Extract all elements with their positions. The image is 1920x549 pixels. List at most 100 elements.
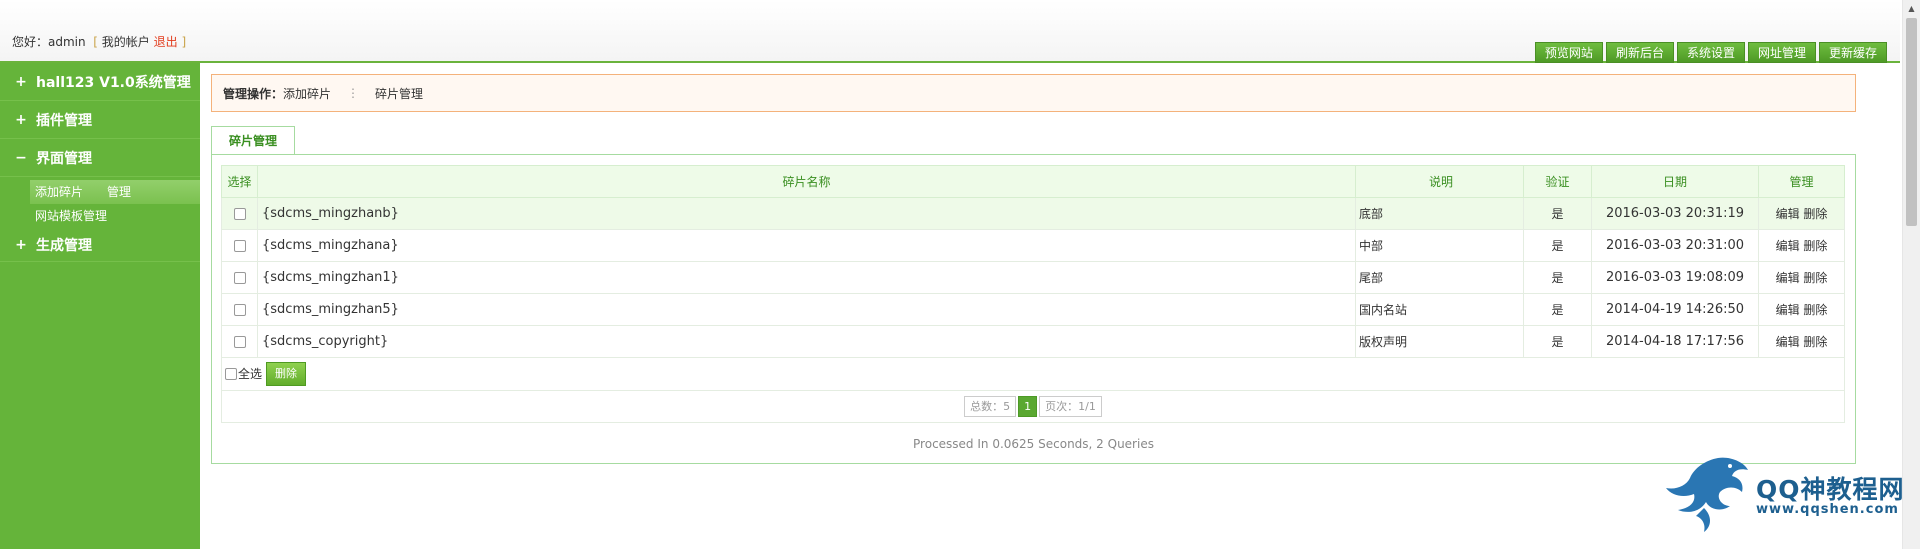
fragment-name: {sdcms_mingzhan5} — [257, 293, 1356, 326]
scrollbar-thumb[interactable] — [1906, 18, 1917, 226]
row-checkbox[interactable] — [233, 207, 246, 220]
table-row: {sdcms_copyright} 版权声明 是 2014-04-18 17:1… — [221, 325, 1845, 358]
fragment-verify: 是 — [1523, 229, 1592, 262]
sidebar-subitem-templates[interactable]: 网站模板管理 — [0, 204, 200, 228]
fragment-name: {sdcms_mingzhana} — [257, 229, 1356, 262]
system-settings-button[interactable]: 系统设置 — [1676, 42, 1745, 63]
tab-fragment-manage[interactable]: 碎片管理 — [211, 126, 296, 155]
table-row: {sdcms_mingzhanb} 底部 是 2016-03-03 20:31:… — [221, 197, 1845, 230]
plus-icon: + — [15, 111, 27, 128]
operations-label: 管理操作： — [223, 86, 284, 101]
sidebar-item-system[interactable]: + hall123 V1.0系统管理 — [0, 63, 200, 101]
fragment-date: 2016-03-03 20:31:19 — [1591, 197, 1759, 230]
fragment-date: 2016-03-03 20:31:00 — [1591, 229, 1759, 262]
plus-icon: + — [15, 73, 27, 90]
fragment-date: 2014-04-18 17:17:56 — [1591, 325, 1759, 358]
user-greeting: 您好：admin [ 我的帐户 退出 ] — [12, 33, 186, 50]
edit-link[interactable]: 编辑 — [1776, 271, 1800, 285]
my-account-link[interactable]: 我的帐户 — [102, 35, 150, 49]
fragment-verify: 是 — [1523, 325, 1592, 358]
col-desc: 说明 — [1355, 165, 1524, 198]
fragment-date: 2014-04-19 14:26:50 — [1591, 293, 1759, 326]
preview-site-button[interactable]: 预览网站 — [1534, 42, 1603, 63]
table-row: {sdcms_mingzhan1} 尾部 是 2016-03-03 19:08:… — [221, 261, 1845, 294]
sidebar-item-label: 生成管理 — [36, 237, 92, 254]
edit-link[interactable]: 编辑 — [1776, 239, 1800, 253]
scroll-up-arrow-icon[interactable]: ▲ — [1903, 0, 1920, 17]
col-verify: 验证 — [1523, 165, 1592, 198]
fragment-name: {sdcms_mingzhan1} — [257, 261, 1356, 294]
delete-link[interactable]: 删除 — [1803, 207, 1827, 221]
fragment-manage-op-link[interactable]: 碎片管理 — [375, 85, 423, 102]
page-current[interactable]: 1 — [1018, 396, 1038, 417]
sidebar: + hall123 V1.0系统管理 + 插件管理 − 界面管理 添加碎片 管理… — [0, 63, 200, 549]
minus-icon: − — [15, 149, 27, 166]
bulk-actions-row: 全选 删除 — [221, 357, 1845, 390]
fragment-name: {sdcms_mingzhanb} — [257, 197, 1356, 230]
tab-bar: 碎片管理 — [211, 126, 296, 155]
bracket-close: ] — [181, 35, 187, 49]
total-count: 总数：5 — [964, 396, 1017, 417]
url-management-button[interactable]: 网址管理 — [1747, 42, 1816, 63]
delete-link[interactable]: 删除 — [1803, 239, 1827, 253]
table-header-row: 选择 碎片名称 说明 验证 日期 管理 — [221, 165, 1845, 198]
sidebar-item-label: 插件管理 — [36, 112, 92, 129]
delete-link[interactable]: 删除 — [1803, 303, 1827, 317]
fragment-desc: 底部 — [1355, 197, 1524, 230]
sidebar-item-label: 界面管理 — [36, 150, 92, 167]
processed-info: Processed In 0.0625 Seconds, 2 Queries — [913, 437, 1154, 451]
edit-link[interactable]: 编辑 — [1776, 207, 1800, 221]
ops-separator: ⋮ — [347, 86, 360, 100]
add-fragment-link[interactable]: 添加碎片 — [35, 180, 83, 204]
bulk-delete-button[interactable]: 删除 — [266, 361, 307, 386]
sidebar-item-plugins[interactable]: + 插件管理 — [0, 101, 200, 139]
watermark-url: www.qqshen.com — [1756, 502, 1899, 517]
row-checkbox[interactable] — [233, 335, 246, 348]
fragment-manage-link[interactable]: 管理 — [107, 180, 131, 204]
sidebar-item-label: hall123 V1.0系统管理 — [36, 74, 191, 91]
update-cache-button[interactable]: 更新缓存 — [1818, 42, 1887, 63]
plus-icon: + — [15, 236, 27, 253]
edit-link[interactable]: 编辑 — [1776, 335, 1800, 349]
select-all-label: 全选 — [238, 367, 263, 381]
refresh-admin-button[interactable]: 刷新后台 — [1605, 42, 1674, 63]
logout-link[interactable]: 退出 — [154, 35, 178, 49]
watermark: QQ神教程网 www.qqshen.com — [1660, 452, 1910, 534]
fragment-desc: 尾部 — [1355, 261, 1524, 294]
col-select: 选择 — [221, 165, 258, 198]
greeting-prefix: 您好： — [12, 35, 49, 49]
select-all[interactable]: 全选 — [225, 365, 262, 382]
watermark-text: QQ神教程网 — [1756, 475, 1905, 504]
username: admin — [48, 35, 86, 49]
fragment-verify: 是 — [1523, 261, 1592, 294]
fragment-desc: 国内名站 — [1355, 293, 1524, 326]
fragment-verify: 是 — [1523, 293, 1592, 326]
dragon-logo-icon — [1666, 457, 1748, 532]
sidebar-item-interface[interactable]: − 界面管理 — [0, 139, 200, 177]
select-all-checkbox[interactable] — [225, 367, 237, 380]
fragment-date: 2016-03-03 19:08:09 — [1591, 261, 1759, 294]
fragment-table: 选择 碎片名称 说明 验证 日期 管理 {sdcms_mingzhanb} 底部… — [221, 165, 1845, 358]
fragment-name: {sdcms_copyright} — [257, 325, 1356, 358]
row-checkbox[interactable] — [233, 303, 246, 316]
fragment-verify: 是 — [1523, 197, 1592, 230]
fragment-desc: 版权声明 — [1355, 325, 1524, 358]
table-row: {sdcms_mingzhana} 中部 是 2016-03-03 20:31:… — [221, 229, 1845, 262]
page-info: 页次：1/1 — [1039, 396, 1102, 417]
col-name: 碎片名称 — [257, 165, 1356, 198]
template-manage-link: 网站模板管理 — [35, 209, 108, 223]
sidebar-item-generate[interactable]: + 生成管理 — [0, 228, 200, 262]
pagination: 总数：5 1 页次：1/1 — [221, 390, 1845, 423]
operations-bar: 管理操作： 添加碎片 ⋮ 碎片管理 — [211, 74, 1856, 112]
add-fragment-op-link[interactable]: 添加碎片 — [283, 85, 331, 102]
fragment-desc: 中部 — [1355, 229, 1524, 262]
table-row: {sdcms_mingzhan5} 国内名站 是 2014-04-19 14:2… — [221, 293, 1845, 326]
row-checkbox[interactable] — [233, 271, 246, 284]
sidebar-subitem-fragment: 添加碎片 管理 — [30, 180, 200, 204]
row-checkbox[interactable] — [233, 239, 246, 252]
top-nav: 预览网站 刷新后台 系统设置 网址管理 更新缓存 — [1534, 42, 1887, 63]
delete-link[interactable]: 删除 — [1803, 335, 1827, 349]
edit-link[interactable]: 编辑 — [1776, 303, 1800, 317]
col-manage: 管理 — [1758, 165, 1845, 198]
delete-link[interactable]: 删除 — [1803, 271, 1827, 285]
